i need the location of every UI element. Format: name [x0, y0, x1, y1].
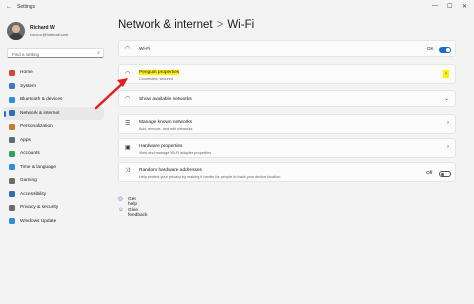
- get-help-label: Get help: [128, 197, 138, 207]
- apps-icon: [9, 137, 15, 143]
- known-networks-title: Manage known networks: [139, 120, 193, 125]
- sidebar-item-label: Windows Update: [20, 218, 57, 224]
- wifi-network-icon: [9, 110, 15, 116]
- user-email: r••••••••@hotmail.com: [30, 32, 69, 37]
- wifi-list-icon: ◠: [125, 96, 131, 102]
- update-icon: [9, 218, 15, 224]
- sidebar-item-label: Accounts: [20, 151, 40, 156]
- sidebar: Richard W r••••••••@hotmail.com Find a s…: [0, 14, 112, 304]
- random-addresses-title: Random hardware addresses: [139, 168, 202, 173]
- give-feedback-label: Give feedback: [128, 208, 148, 218]
- search-input[interactable]: Find a setting ⌕: [7, 48, 104, 58]
- avatar[interactable]: [7, 22, 25, 40]
- sidebar-item-accounts[interactable]: Accounts: [4, 147, 104, 161]
- sidebar-item-windows-update[interactable]: Windows Update: [4, 215, 104, 229]
- hardware-properties-title: Hardware properties: [139, 144, 183, 149]
- sidebar-item-personalization[interactable]: Personalization: [4, 120, 104, 134]
- sidebar-item-label: System: [20, 83, 36, 89]
- sidebar-item-privacy[interactable]: Privacy & security: [4, 201, 104, 215]
- sidebar-item-label: Accessibility: [20, 191, 47, 197]
- shield-icon: [9, 204, 15, 211]
- sidebar-item-label: Personalization: [20, 124, 53, 129]
- bluetooth-icon: [9, 96, 15, 103]
- globe-clock-icon: [9, 164, 15, 170]
- wifi-signal-icon: ◠: [125, 71, 131, 77]
- sidebar-item-label: Privacy & security: [20, 205, 59, 210]
- feedback-icon: ☺: [118, 207, 124, 213]
- sidebar-item-label: Home: [20, 70, 33, 75]
- sidebar-item-label: Apps: [20, 137, 31, 143]
- accessibility-icon: [9, 191, 15, 197]
- user-name: Richard W: [30, 25, 55, 31]
- page-title: Wi-Fi: [227, 19, 255, 31]
- available-networks-row[interactable]: ◠ Show available networks ⌄: [118, 90, 456, 107]
- monitor-icon: [9, 83, 15, 89]
- known-networks-subtitle: Add, remove, and edit networks: [139, 127, 193, 131]
- known-networks-row[interactable]: ☰ Manage known networks Add, remove, and…: [118, 114, 456, 134]
- hardware-icon: ▣: [125, 145, 131, 151]
- random-addresses-toggle[interactable]: [439, 170, 451, 177]
- sidebar-item-system[interactable]: System: [4, 80, 104, 94]
- available-networks-label: Show available networks: [139, 97, 192, 102]
- active-indicator: [4, 110, 6, 117]
- sidebar-nav: Home System Bluetooth & devices Network …: [4, 66, 104, 228]
- shuffle-icon: ⤨: [125, 168, 130, 174]
- sidebar-item-gaming[interactable]: Gaming: [4, 174, 104, 188]
- sidebar-item-label: Network & internet: [20, 110, 60, 116]
- sidebar-item-label: Gaming: [20, 178, 37, 183]
- chevron-down-icon: ⌄: [443, 96, 449, 102]
- person-icon: [9, 150, 15, 157]
- list-icon: ☰: [125, 121, 131, 127]
- window-title: Settings: [17, 4, 36, 10]
- brush-icon: [9, 123, 15, 130]
- sidebar-item-label: Bluetooth & devices: [20, 97, 63, 102]
- wifi-toggle[interactable]: [439, 46, 451, 53]
- network-properties-row[interactable]: ◠ Penguin properties Connected, secured …: [118, 64, 456, 84]
- random-addresses-subtitle: Help protect your privacy by making it h…: [139, 175, 281, 179]
- minimize-button[interactable]: —: [432, 3, 438, 9]
- network-status: Connected, secured: [139, 77, 173, 81]
- hardware-properties-row[interactable]: ▣ Hardware properties View and manage Wi…: [118, 138, 456, 158]
- wifi-state-label: On: [427, 47, 434, 52]
- sidebar-item-time-language[interactable]: Time & language: [4, 161, 104, 175]
- wifi-toggle-row: ◠ Wi-Fi On: [118, 40, 456, 57]
- hardware-properties-subtitle: View and manage Wi-Fi adapter properties: [139, 151, 212, 155]
- sidebar-item-accessibility[interactable]: Accessibility: [4, 188, 104, 202]
- breadcrumb-parent[interactable]: Network & internet: [118, 19, 213, 31]
- breadcrumb-separator: >: [216, 19, 224, 31]
- breadcrumb: Network & internet > Wi-Fi: [118, 19, 254, 31]
- title-bar: ← Settings — ☐ ✕: [0, 0, 474, 14]
- home-icon: [9, 69, 15, 76]
- random-state-label: Off: [426, 171, 433, 176]
- close-button[interactable]: ✕: [462, 3, 467, 10]
- wifi-label: Wi-Fi: [139, 47, 151, 52]
- sidebar-item-bluetooth[interactable]: Bluetooth & devices: [4, 93, 104, 107]
- search-icon: ⌕: [97, 50, 100, 56]
- sidebar-item-network[interactable]: Network & internet: [4, 106, 104, 120]
- sidebar-item-label: Time & language: [20, 164, 57, 170]
- maximize-button[interactable]: ☐: [447, 3, 452, 10]
- random-addresses-row: ⤨ Random hardware addresses Help protect…: [118, 162, 456, 182]
- help-icon: ◎: [118, 196, 123, 202]
- gamepad-icon: [9, 177, 15, 184]
- chevron-right-icon: ›: [447, 120, 449, 126]
- chevron-right-icon: ›: [443, 70, 449, 78]
- search-placeholder: Find a setting: [12, 51, 40, 57]
- chevron-right-icon: ›: [447, 144, 449, 150]
- wifi-icon: ◠: [125, 46, 131, 52]
- network-name: Penguin properties: [139, 70, 180, 75]
- sidebar-item-apps[interactable]: Apps: [4, 134, 104, 148]
- back-arrow-icon[interactable]: ←: [6, 4, 12, 10]
- sidebar-item-home[interactable]: Home: [4, 66, 104, 80]
